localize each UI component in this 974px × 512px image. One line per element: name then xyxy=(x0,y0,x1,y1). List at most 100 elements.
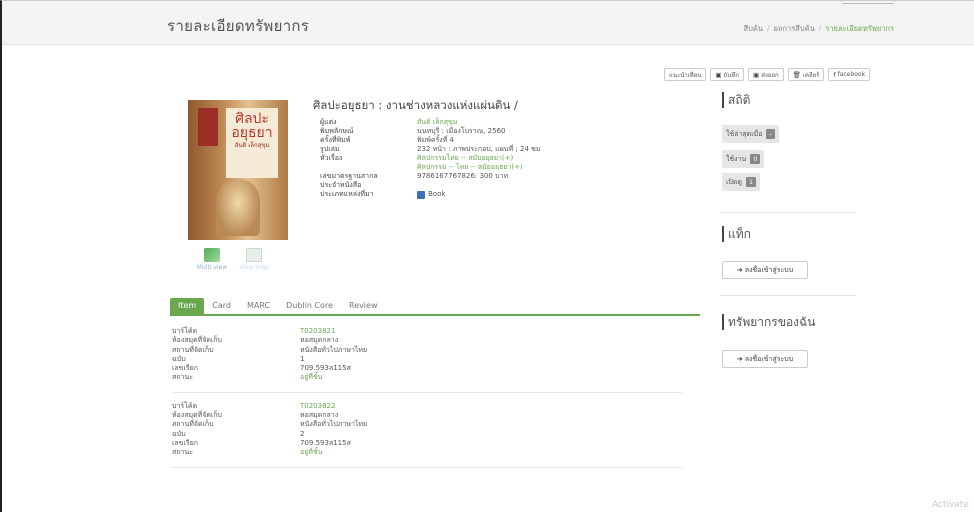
detail-label xyxy=(320,163,417,172)
cover-red-panel xyxy=(198,108,218,146)
detail-row: ผู้แต่ง สันติ เล็กสุขุม xyxy=(320,118,580,127)
tab-marc[interactable]: MARC xyxy=(239,298,278,314)
item-row-callno: เลขเรียก 709.593ส115ส xyxy=(172,439,682,448)
book-cover-image: ศิลปะ อยุธยา สันติ เล็กสุขุม xyxy=(188,100,288,240)
stat-0: ใช้ล่าสุดเมื่อ - xyxy=(722,125,779,143)
stat-label: เปิดดู xyxy=(726,177,742,186)
header-divider xyxy=(842,3,894,4)
page-header: รายละเอียดทรัพยากร สืบค้น / ผลการสืบค้น / รา… xyxy=(2,1,974,45)
cover-title-box: ศิลปะ อยุธยา สันติ เล็กสุขุม xyxy=(226,108,278,178)
cover-title-line2: อยุธยา xyxy=(231,125,273,141)
item-record: บาร์โค้ด T0203821 ห้องสมุดที่จัดเก็บ หอสมุด… xyxy=(172,327,682,393)
tag-heading: แท็ก xyxy=(722,226,751,242)
cover-buddha-figure xyxy=(216,180,260,236)
login-label: ลงชื่อเข้าสู่ระบบ xyxy=(744,265,794,274)
item-row-library: ห้องสมุดที่จัดเก็บ หอสมุดกลาง xyxy=(172,336,682,345)
item-label: ฉบับ xyxy=(172,429,186,438)
detail-row: ศิลปกรรม -- ไทย -- สมัยอยุธยา(+) xyxy=(320,163,580,172)
recommend-button[interactable]: แนะนำเพื่อน xyxy=(664,68,707,81)
item-barcode[interactable]: T0203822 xyxy=(300,402,335,411)
detail-row: ประเภทแหล่งที่มา Book xyxy=(320,190,580,199)
item-row-barcode: บาร์โค้ด T0203822 xyxy=(172,402,682,411)
item-location: หนังสือทั่วไปภาษาไทย xyxy=(300,345,368,354)
login-button[interactable]: ➜ ลงชื่อเข้าสู่ระบบ xyxy=(722,261,808,279)
item-status[interactable]: อยู่ที่ชั้น xyxy=(300,373,322,382)
detail-label: พิมพลักษณ์ xyxy=(320,127,354,135)
item-label: สถานะ xyxy=(172,448,193,457)
activate-watermark: Activate xyxy=(932,500,969,510)
tab-dublin-core[interactable]: Dublin Core xyxy=(278,298,341,314)
detail-label: หัวเรื่อง xyxy=(320,154,343,162)
login-icon: ➜ xyxy=(736,355,743,363)
stat-2: เปิดดู 1 xyxy=(722,173,761,191)
breadcrumb-current: รายละเอียดทรัพยากร xyxy=(825,24,894,33)
stat-badge: 0 xyxy=(750,154,761,164)
save-button[interactable]: ▣ บันทึก xyxy=(710,68,745,81)
recommend-label: แนะนำเพื่อน xyxy=(669,71,702,79)
detail-row: ประจำหนังสือ xyxy=(320,181,580,190)
action-toolbar: แนะนำเพื่อน ▣ บันทึก ▣ ส่งออก 🗑 เคลียร์ f fa… xyxy=(664,68,871,81)
item-label: ห้องสมุดที่จัดเก็บ xyxy=(172,336,223,345)
view-options: Multi view View map xyxy=(196,248,270,271)
clear-label: เคลียร์ xyxy=(802,71,820,79)
tab-review[interactable]: Review xyxy=(341,298,386,314)
detail-row: หัวเรื่อง ศิลปกรรมไทย -- สมัยอยุธยา(+) xyxy=(320,154,580,163)
item-label: เลขเรียก xyxy=(172,438,198,447)
item-location: หนังสือทั่วไปภาษาไทย xyxy=(300,420,368,429)
detail-row: รูปเล่ม 232 หน้า : ภาพประกอบ, แผนที่ ; 24… xyxy=(320,145,580,154)
stat-label: ใช้ล่าสุดเมื่อ xyxy=(726,129,763,138)
detail-label: ผู้แต่ง xyxy=(320,118,337,126)
multi-view-button[interactable]: Multi view xyxy=(196,248,228,271)
detail-row: ครั้งที่พิมพ์ พิมพ์ครั้งที่ 4 xyxy=(320,136,580,145)
facebook-icon: f xyxy=(833,70,836,79)
item-label: เลขเรียก xyxy=(172,364,198,373)
detail-value: Book xyxy=(417,190,445,199)
detail-value[interactable]: ศิลปกรรมไทย -- สมัยอยุธยา(+) xyxy=(417,154,513,163)
detail-value: 232 หน้า : ภาพประกอบ, แผนที่ ; 24 ซม xyxy=(417,145,541,153)
item-row-copy: ฉบับ 1 xyxy=(172,355,682,364)
detail-label: ประจำหนังสือ xyxy=(320,181,362,189)
item-barcode[interactable]: T0203821 xyxy=(300,327,335,336)
multi-view-icon xyxy=(204,248,220,262)
item-copy: 2 xyxy=(300,429,305,438)
export-button[interactable]: ▣ ส่งออก xyxy=(748,68,784,81)
tab-item[interactable]: Item xyxy=(170,298,205,314)
item-copy: 1 xyxy=(300,354,305,363)
page-title: รายละเอียดทรัพยากร xyxy=(167,17,310,35)
view-map-button[interactable]: View map xyxy=(238,248,270,271)
book-title: ศิลปะอยุธยา : งานช่างหลวงแห่งแผ่นดิน / xyxy=(313,98,518,112)
breadcrumb-results[interactable]: ผลการสืบค้น xyxy=(774,24,815,33)
breadcrumb-search[interactable]: สืบค้น xyxy=(744,24,763,33)
detail-value: 9786167767826: 300 บาท xyxy=(417,172,509,180)
breadcrumb-separator: / xyxy=(766,24,770,33)
view-map-label: View map xyxy=(239,264,269,271)
sidebar-divider xyxy=(720,212,856,213)
detail-row: พิมพลักษณ์ นนทบุรี : เมืองโบราณ, 2560 xyxy=(320,127,580,136)
login-button-2[interactable]: ➜ ลงชื่อเข้าสู่ระบบ xyxy=(722,350,808,368)
export-label: ส่งออก xyxy=(761,71,779,79)
item-label: บาร์โค้ด xyxy=(172,401,198,410)
item-label: สถานที่จัดเก็บ xyxy=(172,345,214,354)
detail-row: เลขมาตรฐานสากล 9786167767826: 300 บาท xyxy=(320,172,580,181)
detail-value[interactable]: ศิลปกรรม -- ไทย -- สมัยอยุธยา(+) xyxy=(417,163,523,172)
login-icon: ➜ xyxy=(736,266,743,274)
facebook-button[interactable]: f facebook xyxy=(828,68,871,81)
item-row-copy: ฉบับ 2 xyxy=(172,430,682,439)
multi-view-label: Multi view xyxy=(196,264,228,271)
book-icon xyxy=(417,190,425,199)
item-status[interactable]: อยู่ที่ชั้น xyxy=(300,448,322,457)
item-row-location: สถานที่จัดเก็บ หนังสือทั่วไปภาษาไทย xyxy=(172,346,682,355)
item-row-barcode: บาร์โค้ด T0203821 xyxy=(172,327,682,336)
detail-tabs: Item Card MARC Dublin Core Review xyxy=(170,298,700,316)
cover-title-line1: ศิลปะ xyxy=(235,111,269,127)
stat-1: ใช้งาน 0 xyxy=(722,150,765,168)
detail-label: ประเภทแหล่งที่มา xyxy=(320,190,374,198)
cover-author: สันติ เล็กสุขุม xyxy=(234,142,270,149)
save-icon: ▣ xyxy=(715,70,722,79)
breadcrumb-separator: / xyxy=(818,24,822,33)
tab-card[interactable]: Card xyxy=(204,298,239,314)
detail-value[interactable]: สันติ เล็กสุขุม xyxy=(417,118,457,127)
item-list: บาร์โค้ด T0203821 ห้องสมุดที่จัดเก็บ หอสมุด… xyxy=(172,327,682,477)
clear-button[interactable]: 🗑 เคลียร์ xyxy=(787,68,825,81)
source-type-value: Book xyxy=(428,190,446,198)
